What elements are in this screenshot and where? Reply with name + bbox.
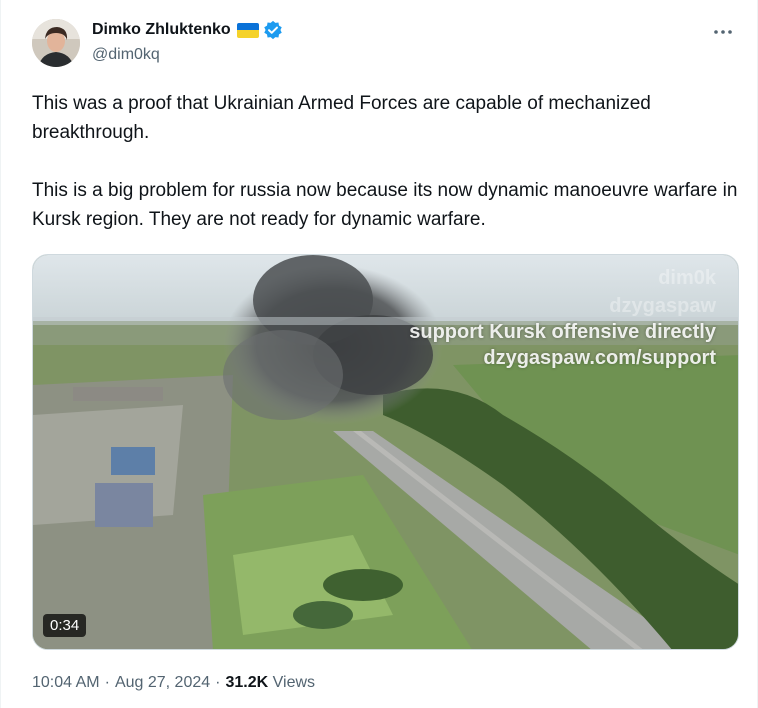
video-overlay-text: support Kursk offensive directly [409, 321, 716, 343]
ukraine-flag-icon [236, 22, 259, 38]
meta-separator: · [104, 674, 110, 691]
video-watermark: dim0k [658, 267, 716, 289]
tweet-paragraph: This was a proof that Ukrainian Armed Fo… [32, 93, 651, 143]
video-overlay-url: dzygaspaw.com/support [483, 347, 716, 369]
author-name[interactable]: Dimko Zhluktenko [92, 21, 231, 39]
tweet-card: Dimko Zhluktenko @dim0kq This was a proo… [0, 0, 758, 708]
flag-stripe-blue [236, 22, 259, 30]
video-player[interactable]: dim0k dzygaspaw support Kursk offensive … [32, 254, 739, 650]
tweet-date[interactable]: Aug 27, 2024 [115, 674, 210, 691]
tweet-time[interactable]: 10:04 AM [32, 674, 100, 691]
views-count: 31.2K [225, 674, 269, 691]
meta-separator: · [215, 674, 221, 691]
views-label: Views [272, 674, 316, 691]
author-handle[interactable]: @dim0kq [92, 46, 160, 64]
avatar[interactable] [32, 19, 80, 67]
author-name-row: Dimko Zhluktenko [92, 20, 283, 40]
flag-stripe-yellow [236, 30, 259, 38]
more-dots-icon[interactable] [711, 22, 735, 42]
verified-badge-icon[interactable] [263, 20, 283, 40]
video-watermark: dzygaspaw [609, 295, 716, 317]
tweet-text: This was a proof that Ukrainian Armed Fo… [32, 89, 742, 234]
tweet-paragraph: This is a big problem for russia now bec… [32, 180, 738, 230]
video-duration-badge: 0:34 [43, 614, 87, 637]
avatar-image [32, 19, 80, 67]
tweet-meta: 10:04 AM · Aug 27, 2024 · 31.2K Views [32, 674, 315, 692]
